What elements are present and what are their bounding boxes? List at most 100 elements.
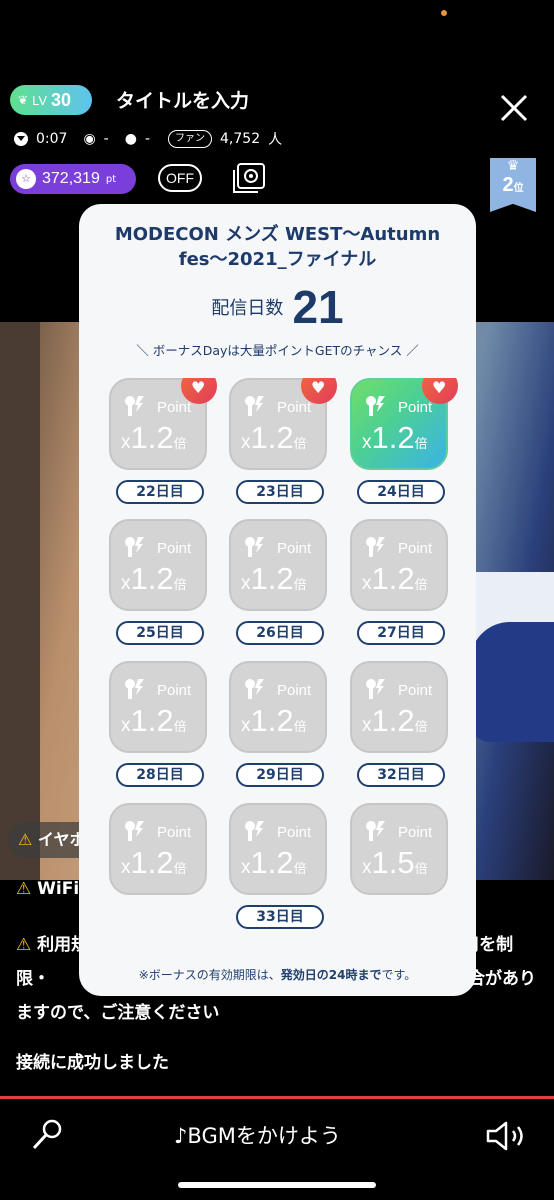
broadcast-days: 配信日数 21 — [79, 280, 476, 334]
chevron-down-icon[interactable] — [14, 132, 28, 146]
multiplier: x1.2倍 — [362, 561, 428, 596]
point-label: Point — [277, 399, 312, 416]
bonus-card[interactable]: Point x1.2倍 — [109, 803, 207, 895]
door-frame — [0, 322, 40, 880]
fan-label: ファン — [168, 130, 213, 148]
rank-badge[interactable]: ♛ 2位 — [490, 158, 536, 212]
pin-icon — [245, 679, 264, 699]
multiplier: x1.2倍 — [362, 420, 428, 455]
pin-icon — [366, 679, 385, 699]
pin-icon — [125, 537, 144, 557]
day-label: 22日目 — [116, 480, 204, 504]
days-value: 21 — [292, 281, 344, 333]
point-label: Point — [157, 399, 192, 416]
point-label: Point — [398, 824, 433, 841]
level-badge[interactable]: ❦ LV 30 — [10, 85, 92, 115]
pin-icon — [125, 821, 144, 841]
music-note-icon: ♪ — [174, 1124, 188, 1148]
clothing-blue — [470, 622, 554, 742]
pin-icon — [245, 396, 264, 416]
chat-message: 接続に成功しました — [16, 1053, 169, 1073]
bgm-label: BGMをかけよう — [187, 1124, 341, 1148]
day-label: 32日目 — [357, 763, 445, 787]
multiplier: x1.2倍 — [241, 561, 307, 596]
bonus-card[interactable]: Point x1.2倍 — [229, 803, 327, 895]
bonus-card[interactable]: Point x1.2倍 — [109, 378, 217, 470]
point-label: Point — [277, 540, 312, 557]
point-label: Point — [157, 540, 192, 557]
day-label: 29日目 — [236, 763, 324, 787]
point-label: Point — [277, 682, 312, 699]
status-dot — [441, 10, 447, 16]
duration: 0:07 — [36, 131, 68, 147]
bonus-card[interactable]: Point x1.2倍 — [229, 661, 327, 753]
close-icon[interactable] — [494, 88, 534, 128]
modal-title: MODECON メンズ WEST〜Autumn fes〜2021_ファイナル — [114, 224, 441, 270]
day-label: 33日目 — [236, 905, 324, 929]
level-value: 30 — [51, 89, 72, 110]
camera-icon[interactable] — [230, 162, 266, 194]
eye-icon: ◉ — [83, 131, 96, 147]
leaf-icon: ❦ — [18, 93, 29, 107]
day-label: 27日目 — [357, 621, 445, 645]
bonus-card[interactable]: Point x1.2倍 — [350, 378, 458, 470]
bonus-card-list[interactable]: Point x1.2倍 22日目 Point x1.2倍 23日目 Point x1.2倍 24… — [79, 378, 476, 948]
bonus-card[interactable]: Point x1.2倍 — [350, 519, 448, 611]
off-toggle[interactable]: OFF — [158, 164, 202, 192]
day-label: 23日目 — [236, 480, 324, 504]
pin-icon — [245, 821, 264, 841]
pin-icon — [125, 679, 144, 699]
bonus-modal: MODECON メンズ WEST〜Autumn fes〜2021_ファイナル 配… — [79, 204, 476, 996]
point-label: Point — [157, 682, 192, 699]
bgm-button[interactable]: ♪BGMをかけよう — [174, 1120, 341, 1150]
comment-icon: ● — [124, 131, 137, 147]
warning-icon: ⚠ — [18, 830, 33, 849]
bonus-card[interactable]: Point x1.2倍 — [109, 661, 207, 753]
crown-icon: ♛ — [506, 158, 520, 174]
point-label: Point — [398, 399, 433, 416]
warning-icon: ⚠ — [16, 935, 32, 955]
bonus-card[interactable]: Point x1.2倍 — [229, 378, 337, 470]
bonus-card[interactable]: Point x1.2倍 — [229, 519, 327, 611]
multiplier: x1.2倍 — [121, 845, 187, 880]
stream-title[interactable]: タイトルを入力 — [116, 86, 249, 113]
points-value: 372,319 — [42, 170, 100, 187]
bonus-card[interactable]: Point x1.2倍 — [350, 661, 448, 753]
pin-icon — [366, 821, 385, 841]
multiplier: x1.2倍 — [121, 420, 187, 455]
viewer-count: - — [103, 131, 109, 147]
bonus-note: ＼ ボーナスDayは大量ポイントGETのチャンス ／ — [136, 343, 419, 358]
pin-icon — [366, 537, 385, 557]
point-label: Point — [398, 540, 433, 557]
microphone-icon[interactable] — [30, 1118, 64, 1152]
bonus-card[interactable]: Point x1.2倍 — [109, 519, 207, 611]
pin-icon — [366, 396, 385, 416]
point-label: Point — [277, 824, 312, 841]
day-label: 26日目 — [236, 621, 324, 645]
home-indicator[interactable] — [178, 1182, 376, 1188]
level-label: LV — [32, 92, 47, 108]
multiplier: x1.2倍 — [241, 420, 307, 455]
points-unit: pt — [105, 173, 117, 185]
point-label: Point — [398, 682, 433, 699]
days-label: 配信日数 — [211, 298, 284, 319]
day-label: 28日目 — [116, 763, 204, 787]
speaker-icon[interactable] — [486, 1120, 530, 1152]
multiplier: x1.2倍 — [362, 703, 428, 738]
multiplier: x1.2倍 — [241, 845, 307, 880]
multiplier: x1.5倍 — [362, 845, 428, 880]
warning-icon: ⚠ — [16, 879, 32, 899]
day-label: 24日目 — [357, 480, 445, 504]
fan-unit: 人 — [268, 132, 283, 148]
rank-value: 2位 — [502, 174, 524, 196]
fan-count: 4,752 — [220, 131, 261, 147]
star-icon: ☆ — [16, 169, 36, 189]
bonus-card[interactable]: Point x1.5倍 — [350, 803, 448, 895]
day-label: 25日目 — [116, 621, 204, 645]
point-label: Point — [157, 824, 192, 841]
points-badge[interactable]: ☆ 372,319 pt — [10, 164, 136, 194]
multiplier: x1.2倍 — [121, 561, 187, 596]
multiplier: x1.2倍 — [241, 703, 307, 738]
pin-icon — [125, 396, 144, 416]
multiplier: x1.2倍 — [121, 703, 187, 738]
